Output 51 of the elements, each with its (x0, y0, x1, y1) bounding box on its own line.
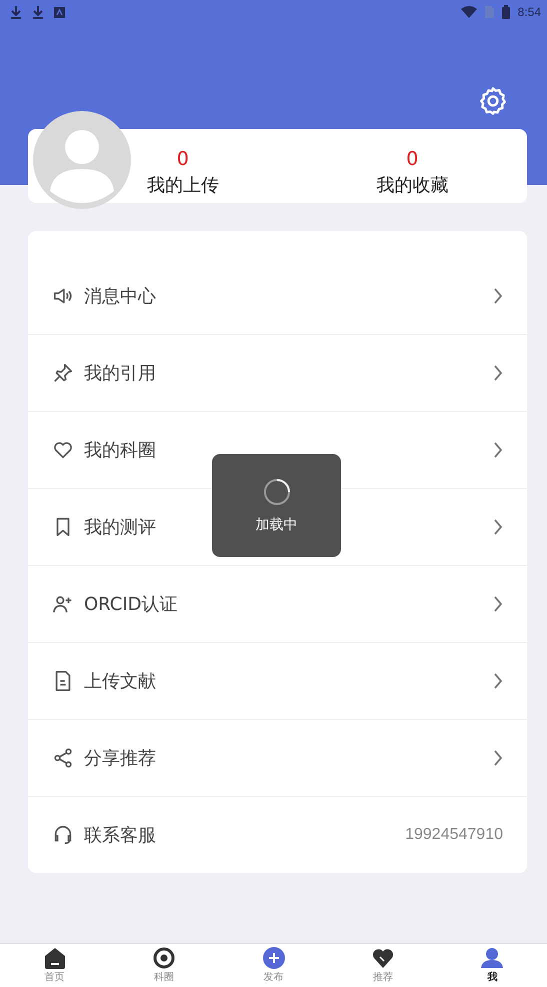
menu-label: 我的测评 (84, 516, 156, 539)
nav-tab[interactable]: 我 (438, 944, 547, 987)
phone-number: 19924547910 (405, 826, 503, 844)
stat-count: 0 (406, 148, 418, 170)
chevron-right-icon (493, 441, 503, 459)
home-icon (44, 947, 66, 969)
target-icon (153, 947, 176, 969)
headset-icon (52, 824, 74, 846)
menu-item[interactable]: 联系客服 19924547910 (28, 797, 527, 873)
pin-icon (52, 362, 74, 384)
avatar-icon[interactable] (33, 111, 131, 209)
download-icon (32, 5, 44, 19)
menu-label: 分享推荐 (84, 747, 156, 770)
menu-label: 我的引用 (84, 362, 156, 385)
menu-item[interactable]: 上传文献 (28, 643, 527, 720)
chevron-right-icon (493, 287, 503, 305)
plus-circle-icon (262, 947, 285, 969)
nav-tab[interactable]: 发布 (218, 944, 328, 987)
menu-item[interactable]: 我的引用 (28, 335, 527, 412)
menu-item[interactable]: ORCID认证 (28, 566, 527, 643)
chevron-right-icon (493, 749, 503, 767)
menu-label: 消息中心 (84, 285, 156, 308)
menu-item[interactable]: 分享推荐 (28, 720, 527, 797)
chevron-right-icon (493, 364, 503, 382)
menu-label: 上传文献 (84, 670, 156, 693)
nav-tab[interactable]: 推荐 (328, 944, 438, 987)
menu-label: 联系客服 (84, 824, 156, 847)
share-icon (52, 747, 74, 769)
wifi-icon (460, 6, 477, 18)
status-time: 8:54 (518, 5, 541, 19)
menu-label: 我的科圈 (84, 439, 156, 462)
app-icon (54, 6, 65, 18)
nav-tab[interactable]: 首页 (0, 944, 110, 987)
spinner-icon (262, 478, 290, 506)
heart-icon (372, 947, 394, 969)
chevron-right-icon (493, 595, 503, 613)
chevron-right-icon (493, 672, 503, 690)
download-icon (10, 5, 22, 19)
user-icon (481, 947, 504, 969)
menu-label: ORCID认证 (84, 593, 178, 616)
stat-label[interactable]: 我的上传 (146, 174, 219, 198)
sim-icon (484, 6, 494, 18)
stat-label[interactable]: 我的收藏 (376, 174, 448, 198)
battery-icon (502, 5, 510, 19)
nav-tab[interactable]: 科圈 (109, 944, 219, 987)
toast-text: 加载中 (256, 516, 298, 534)
stat-count: 0 (176, 148, 189, 170)
chevron-right-icon (493, 518, 503, 536)
heart-icon (52, 439, 74, 461)
settings-icon[interactable] (477, 85, 509, 117)
menu-item[interactable]: 消息中心 (28, 258, 527, 335)
